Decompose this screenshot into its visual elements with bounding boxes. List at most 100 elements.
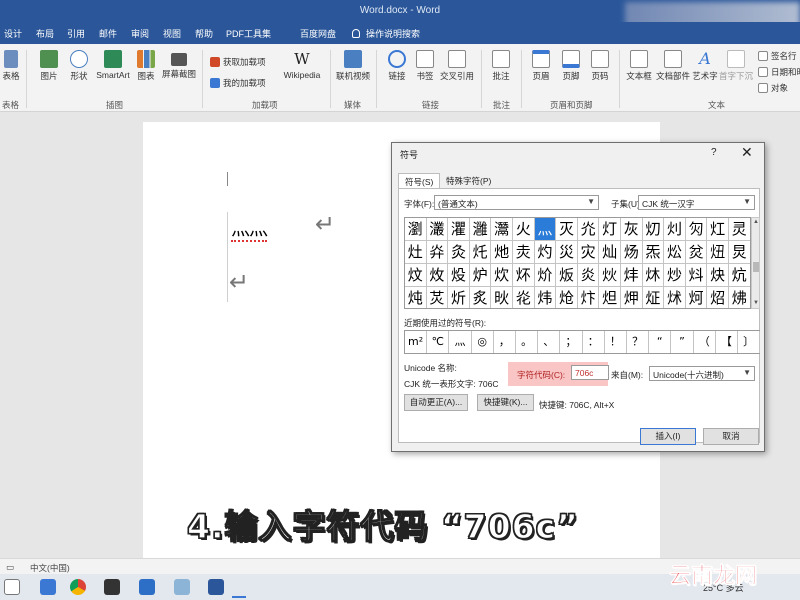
insert-button[interactable]: 插入(I) <box>640 428 696 445</box>
symbol-cell[interactable]: 炕 <box>729 264 750 287</box>
edge-browser-icon[interactable] <box>40 579 56 595</box>
recent-symbol-cell[interactable]: ： <box>583 331 605 353</box>
symbol-cell[interactable]: 灾 <box>577 241 600 264</box>
wordart-button[interactable]: A 艺术字 <box>691 50 719 82</box>
mail-icon[interactable] <box>139 579 155 595</box>
link-button[interactable]: 链接 <box>385 50 409 82</box>
tab-review[interactable]: 审阅 <box>131 27 149 40</box>
tab-symbols[interactable]: 符号(S) <box>398 173 441 188</box>
recent-symbols-row[interactable]: m² ℃ 灬 ◎，。、；：！？ “” （【〕 <box>404 330 761 354</box>
symbol-cell[interactable]: 炖 <box>405 287 427 308</box>
symbol-cell[interactable]: 炟 <box>599 287 621 308</box>
online-video-button[interactable]: 联机视频 <box>334 50 372 82</box>
autocorrect-button[interactable]: 自动更正(A)... <box>404 394 468 411</box>
shortcut-key-button[interactable]: 快捷键(K)... <box>477 394 534 411</box>
symbol-cell[interactable]: 炇 <box>426 264 449 287</box>
symbol-grid-scrollbar[interactable]: ▲ ▼ <box>751 217 760 309</box>
symbol-cell[interactable]: 灺 <box>491 241 513 264</box>
symbol-cell[interactable]: 炁 <box>642 241 665 264</box>
get-addins-button[interactable]: 获取加载项 <box>210 56 266 68</box>
recent-symbol-cell[interactable]: ？ <box>627 331 650 353</box>
language-indicator[interactable]: 中文(中国) <box>30 562 70 574</box>
symbol-cell[interactable]: 灰 <box>621 218 643 241</box>
symbol-cell[interactable]: 炄 <box>707 241 729 264</box>
symbol-cell[interactable]: 灵 <box>729 218 750 241</box>
symbol-cell[interactable]: 灬 <box>534 218 557 241</box>
symbol-cell[interactable]: 灭 <box>556 218 578 241</box>
symbol-cell[interactable]: 炊 <box>491 264 513 287</box>
cross-reference-button[interactable]: 交叉引用 <box>439 50 475 82</box>
symbol-cell[interactable]: 炗 <box>427 287 449 308</box>
cancel-button[interactable]: 取消 <box>703 428 759 445</box>
from-select[interactable]: Unicode(十六进制) ▼ <box>649 366 755 381</box>
symbol-cell[interactable]: 灶 <box>405 241 427 264</box>
symbol-cell[interactable]: 灷 <box>426 241 449 264</box>
recent-symbol-cell[interactable]: “ <box>649 331 672 353</box>
tab-pdf-tools[interactable]: PDF工具集 <box>226 27 271 40</box>
recent-symbol-cell[interactable]: m² <box>405 331 428 353</box>
file-explorer-icon[interactable] <box>174 579 190 595</box>
symbol-cell[interactable]: 炘 <box>448 287 470 308</box>
tell-me-search[interactable]: 操作说明搜索 <box>352 27 420 40</box>
symbol-cell[interactable]: 炎 <box>577 264 600 287</box>
symbol-cell[interactable]: 炈 <box>448 264 470 287</box>
symbol-cell[interactable]: 灈 <box>448 218 470 241</box>
tab-mailings[interactable]: 邮件 <box>99 27 117 40</box>
symbol-cell[interactable]: 炃 <box>685 241 708 264</box>
recent-symbol-cell[interactable]: ！ <box>605 331 627 353</box>
symbol-cell[interactable]: 炠 <box>621 287 643 308</box>
symbol-cell[interactable]: 炚 <box>491 287 513 308</box>
close-icon[interactable]: ✕ <box>741 144 753 161</box>
symbol-cell[interactable]: 災 <box>556 241 578 264</box>
scroll-down-icon[interactable]: ▼ <box>753 300 759 306</box>
chart-button[interactable]: 图表 <box>134 50 158 82</box>
tab-help[interactable]: 帮助 <box>195 27 213 40</box>
document-status-icon[interactable]: ▭ <box>6 562 14 573</box>
chrome-icon[interactable] <box>70 579 86 595</box>
object-button[interactable]: 对象 <box>758 82 788 94</box>
symbol-cell[interactable]: 炛 <box>513 287 535 308</box>
symbol-cell[interactable]: 炀 <box>621 241 643 264</box>
tab-layout[interactable]: 布局 <box>36 27 54 40</box>
symbol-cell[interactable]: 灿 <box>599 241 621 264</box>
symbol-cell[interactable]: 灯 <box>599 218 621 241</box>
symbol-cell[interactable]: 炍 <box>556 264 578 287</box>
bookmark-button[interactable]: 书签 <box>413 50 437 82</box>
symbol-cell[interactable]: 炡 <box>643 287 665 308</box>
recent-symbol-cell[interactable]: （ <box>694 331 716 353</box>
tab-special-characters[interactable]: 特殊字符(P) <box>440 173 497 188</box>
recent-symbol-cell[interactable]: 〕 <box>738 331 761 353</box>
quick-parts-button[interactable]: 文档部件 <box>656 50 690 82</box>
symbol-cell[interactable]: 灴 <box>707 218 729 241</box>
symbol-cell[interactable]: 炓 <box>685 264 708 287</box>
symbol-cell[interactable]: 炑 <box>642 264 665 287</box>
shapes-button[interactable]: 形状 <box>66 50 92 82</box>
symbol-cell[interactable]: 炜 <box>535 287 557 308</box>
symbol-cell[interactable]: 灮 <box>577 218 600 241</box>
store-icon[interactable] <box>104 579 120 595</box>
symbol-cell[interactable]: 炐 <box>621 264 643 287</box>
symbol-cell[interactable]: 炢 <box>664 287 686 308</box>
smartart-button[interactable]: SmartArt <box>94 50 132 80</box>
symbol-cell[interactable]: 灼 <box>534 241 557 264</box>
dropcap-button[interactable]: 首字下沉 <box>719 50 753 82</box>
symbol-cell[interactable]: 炙 <box>470 287 492 308</box>
symbol-cell[interactable]: 灲 <box>664 218 686 241</box>
symbol-cell[interactable]: 炌 <box>534 264 557 287</box>
symbol-cell[interactable]: 灊 <box>491 218 513 241</box>
recent-symbol-cell[interactable]: 灬 <box>449 331 472 353</box>
symbol-cell[interactable]: 炒 <box>664 264 686 287</box>
symbol-cell[interactable]: 炉 <box>469 264 492 287</box>
recent-symbol-cell[interactable]: ” <box>671 331 694 353</box>
scroll-thumb[interactable] <box>753 262 759 272</box>
tab-baidu-netdisk[interactable]: 百度网盘 <box>300 27 336 40</box>
symbol-cell[interactable]: 炥 <box>729 287 750 308</box>
comment-button[interactable]: 批注 <box>487 50 515 82</box>
tab-design[interactable]: 设计 <box>4 27 22 40</box>
symbol-cell[interactable]: 瀏 <box>405 218 427 241</box>
symbol-cell[interactable]: 炞 <box>578 287 600 308</box>
my-addins-button[interactable]: 我的加载项 <box>210 77 266 89</box>
symbol-cell[interactable]: 炂 <box>664 241 686 264</box>
tab-references[interactable]: 引用 <box>67 27 85 40</box>
recent-symbol-cell[interactable]: ， <box>494 331 516 353</box>
